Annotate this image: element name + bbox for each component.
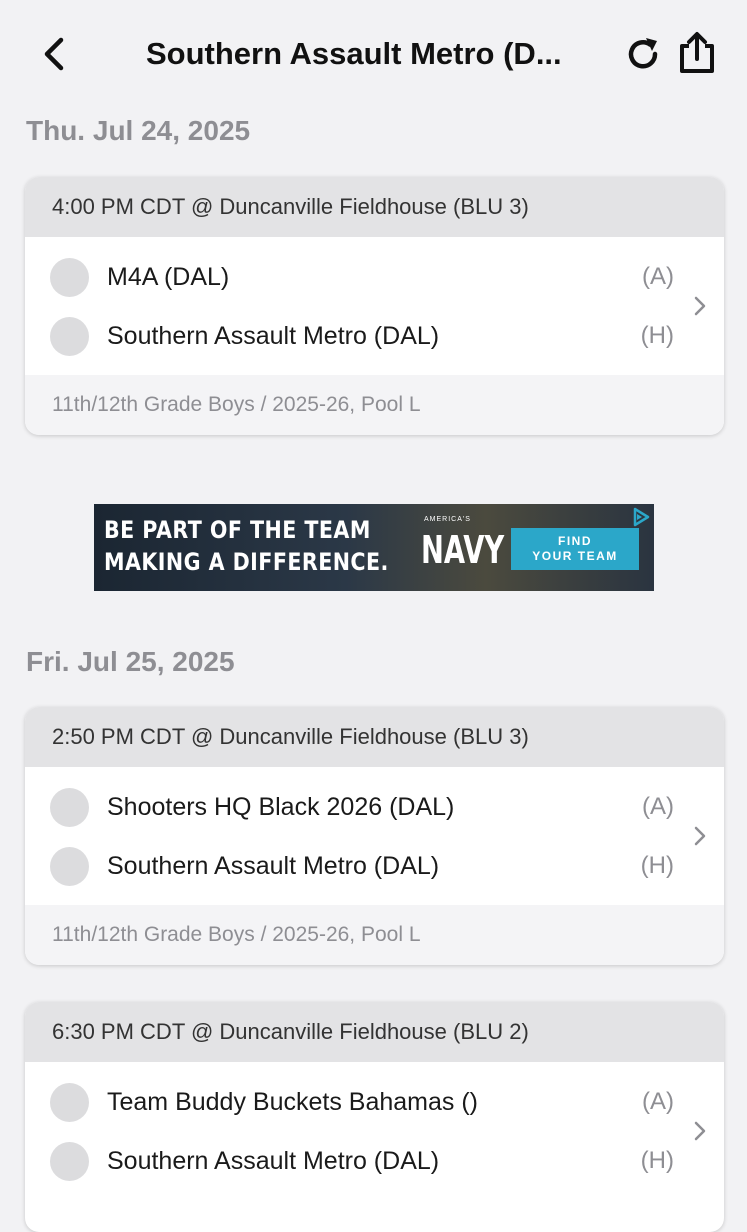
- team-logo: [50, 316, 89, 356]
- refresh-icon: [628, 38, 658, 69]
- away-team-name: Shooters HQ Black 2026 (DAL): [107, 792, 455, 821]
- home-team-name: Southern Assault Metro (DAL): [107, 851, 440, 880]
- away-team-row: M4A (DAL) (A): [25, 257, 724, 297]
- home-team-row: Southern Assault Metro (DAL) (H): [25, 316, 724, 356]
- share-button[interactable]: [674, 30, 720, 76]
- home-team-name: Southern Assault Metro (DAL): [107, 1146, 440, 1175]
- share-icon: [680, 32, 714, 73]
- away-team-row: Shooters HQ Black 2026 (DAL) (A): [25, 787, 724, 827]
- away-team-name: Team Buddy Buckets Bahamas (): [107, 1087, 478, 1116]
- ad-brand-logo: NAVY: [421, 528, 505, 572]
- game-teams: Team Buddy Buckets Bahamas () (A) Southe…: [25, 1062, 724, 1200]
- ad-cta-line1: FIND: [558, 534, 592, 548]
- back-button[interactable]: [36, 34, 72, 74]
- away-team-name: M4A (DAL): [107, 262, 230, 291]
- home-team-row: Southern Assault Metro (DAL) (H): [25, 846, 724, 886]
- game-time-location: 4:00 PM CDT @ Duncanville Fieldhouse (BL…: [25, 177, 724, 237]
- ad-cta-button[interactable]: FIND YOUR TEAM: [511, 528, 639, 570]
- game-card[interactable]: 6:30 PM CDT @ Duncanville Fieldhouse (BL…: [25, 1002, 724, 1232]
- home-indicator: (H): [640, 852, 674, 879]
- team-logo: [50, 257, 89, 297]
- refresh-button[interactable]: [622, 33, 664, 75]
- game-division: 11th/12th Grade Boys / 2025-26, Pool L: [25, 375, 724, 435]
- game-card[interactable]: 4:00 PM CDT @ Duncanville Fieldhouse (BL…: [25, 177, 724, 435]
- date-heading: Thu. Jul 24, 2025: [26, 115, 251, 146]
- team-logo: [50, 787, 89, 827]
- ad-headline-line2: MAKING A DIFFERENCE.: [104, 548, 389, 576]
- home-indicator: (H): [640, 1147, 674, 1174]
- date-heading: Fri. Jul 25, 2025: [26, 646, 235, 677]
- ad-cta-line2: YOUR TEAM: [532, 549, 618, 563]
- home-team-row: Southern Assault Metro (DAL) (H): [25, 1141, 724, 1181]
- page-title: Southern Assault Metro (D...: [146, 36, 562, 71]
- home-team-name: Southern Assault Metro (DAL): [107, 321, 440, 350]
- game-card[interactable]: 2:50 PM CDT @ Duncanville Fieldhouse (BL…: [25, 707, 724, 965]
- chevron-left-icon: [44, 37, 64, 71]
- chevron-right-icon: [694, 1121, 706, 1141]
- app-header: Southern Assault Metro (D...: [0, 0, 747, 104]
- away-indicator: (A): [642, 1088, 674, 1115]
- game-teams: M4A (DAL) (A) Southern Assault Metro (DA…: [25, 237, 724, 375]
- game-teams: Shooters HQ Black 2026 (DAL) (A) Souther…: [25, 767, 724, 905]
- game-time-location: 6:30 PM CDT @ Duncanville Fieldhouse (BL…: [25, 1002, 724, 1062]
- away-indicator: (A): [642, 263, 674, 290]
- chevron-right-icon: [694, 296, 706, 316]
- chevron-right-icon: [694, 826, 706, 846]
- team-logo: [50, 846, 89, 886]
- away-team-row: Team Buddy Buckets Bahamas () (A): [25, 1082, 724, 1122]
- game-division: 11th/12th Grade Boys / 2025-26, Pool L: [25, 905, 724, 965]
- game-time-location: 2:50 PM CDT @ Duncanville Fieldhouse (BL…: [25, 707, 724, 767]
- home-indicator: (H): [640, 322, 674, 349]
- team-logo: [50, 1082, 89, 1122]
- ad-banner[interactable]: BE PART OF THE TEAM MAKING A DIFFERENCE.…: [94, 504, 654, 591]
- team-logo: [50, 1141, 89, 1181]
- ad-brand-tagline: AMERICA'S: [424, 516, 471, 523]
- adchoices-icon[interactable]: [628, 504, 654, 530]
- ad-headline-line1: BE PART OF THE TEAM: [104, 516, 371, 544]
- away-indicator: (A): [642, 793, 674, 820]
